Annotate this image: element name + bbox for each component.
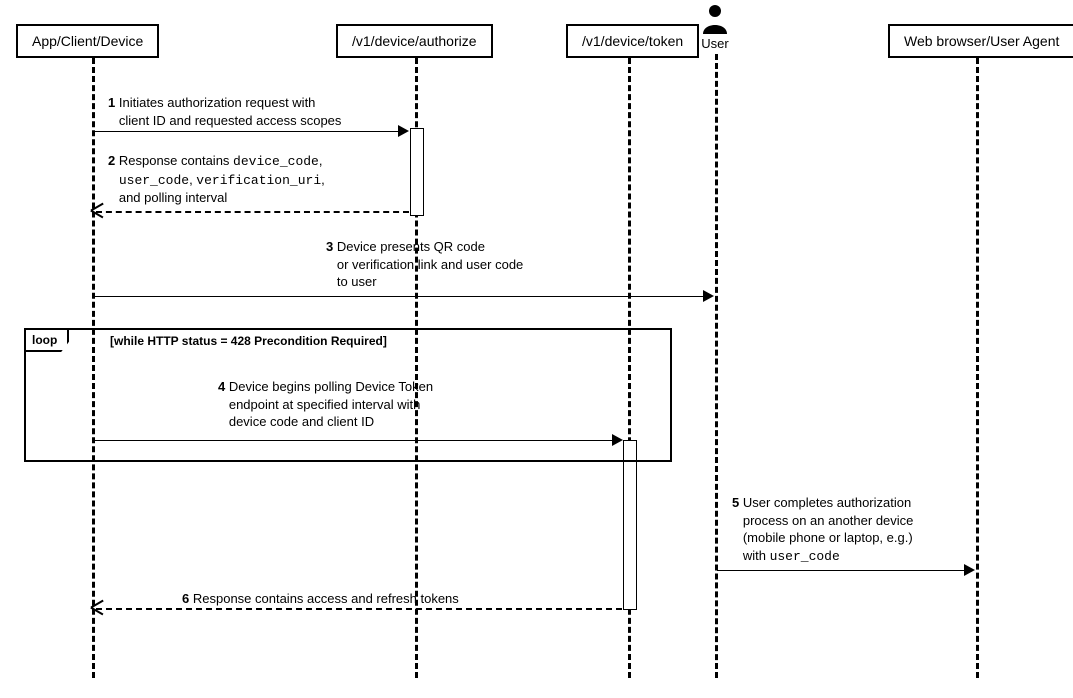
loop-guard: [while HTTP status = 428 Precondition Re… (110, 334, 387, 348)
participant-authorize: /v1/device/authorize (336, 24, 493, 58)
msg5-num: 5 (732, 495, 739, 510)
participant-token: /v1/device/token (566, 24, 699, 58)
lifeline-user (715, 54, 718, 678)
msg6-text-a: Response contains access and refresh tok… (193, 591, 459, 606)
msg4-num: 4 (218, 379, 225, 394)
msg5-arrow (964, 564, 975, 576)
msg5-text-c: (mobile phone or laptop, e.g.) (743, 530, 913, 545)
lifeline-browser (976, 58, 979, 678)
msg1-num: 1 (108, 95, 115, 110)
msg1-text-b: client ID and requested access scopes (119, 113, 342, 128)
msg3-arrow (703, 290, 714, 302)
sequence-diagram: App/Client/Device /v1/device/authorize /… (0, 0, 1073, 698)
msg5-text-a: User completes authorization (743, 495, 911, 510)
msg5-text-b: process on an another device (743, 513, 914, 528)
msg5-label: 5 User completes authorization process o… (732, 494, 992, 565)
msg2-sep-a: , (319, 153, 323, 168)
msg4-text-a: Device begins polling Device Token (229, 379, 433, 394)
msg2-code-a: device_code (233, 154, 319, 169)
activation-token (623, 440, 637, 610)
msg5-line (717, 570, 967, 571)
participant-user-label: User (697, 36, 733, 51)
participant-user: User (697, 4, 733, 51)
loop-tab: loop (24, 328, 69, 352)
msg2-num: 2 (108, 153, 115, 168)
msg3-line (94, 296, 706, 297)
msg4-arrow (612, 434, 623, 446)
msg4-text-b: endpoint at specified interval with (229, 397, 421, 412)
participant-authorize-label: /v1/device/authorize (352, 33, 477, 49)
msg2-text-b: and polling interval (119, 190, 227, 205)
msg2-sep-c: , (321, 172, 325, 187)
participant-token-label: /v1/device/token (582, 33, 683, 49)
msg1-text-a: Initiates authorization request with (119, 95, 316, 110)
participant-browser-label: Web browser/User Agent (904, 33, 1059, 49)
msg1-label: 1 Initiates authorization request with c… (108, 94, 408, 129)
msg2-line (96, 211, 409, 213)
msg2-text-a: Response contains (119, 153, 233, 168)
msg2-code-b: user_code (119, 173, 189, 188)
msg5-code-a: user_code (770, 549, 840, 564)
msg6-line (96, 608, 622, 610)
msg1-line (94, 131, 406, 132)
msg5-text-d: with (743, 548, 770, 563)
participant-app: App/Client/Device (16, 24, 159, 58)
msg2-code-c: verification_uri (196, 173, 321, 188)
msg1-arrow (398, 125, 409, 137)
participant-browser: Web browser/User Agent (888, 24, 1073, 58)
msg3-label: 3 Device presents QR code or verificatio… (326, 238, 586, 291)
msg3-text-c: to user (337, 274, 377, 289)
msg4-label: 4 Device begins polling Device Token end… (218, 378, 518, 431)
msg3-text-a: Device presents QR code (337, 239, 485, 254)
msg4-line (94, 440, 620, 441)
msg4-text-c: device code and client ID (229, 414, 374, 429)
msg6-num: 6 (182, 591, 189, 606)
user-icon (701, 4, 729, 34)
msg3-text-b: or verification link and user code (337, 257, 523, 272)
participant-app-label: App/Client/Device (32, 33, 143, 49)
msg2-label: 2 Response contains device_code, user_co… (108, 152, 428, 207)
msg3-num: 3 (326, 239, 333, 254)
msg6-label: 6 Response contains access and refresh t… (182, 590, 459, 608)
